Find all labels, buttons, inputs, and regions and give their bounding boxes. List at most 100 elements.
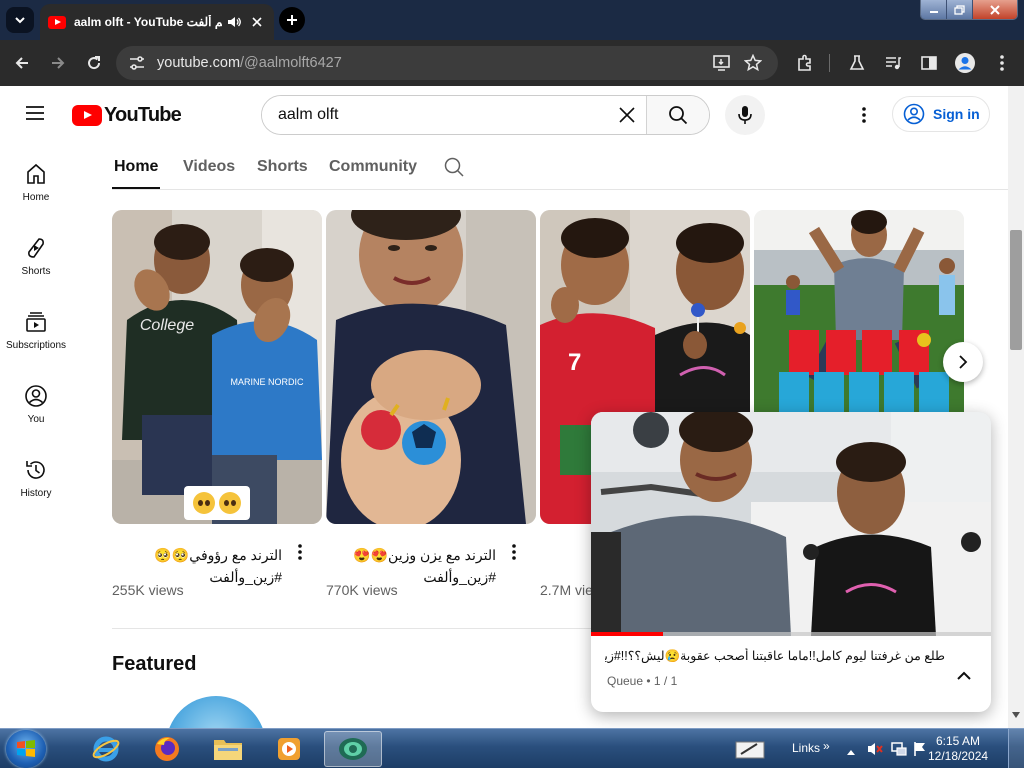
search-box [261, 95, 710, 135]
taskbar-explorer[interactable] [200, 731, 256, 767]
youtube-favicon-icon [48, 15, 66, 29]
minimize-button[interactable] [921, 0, 947, 19]
tab-title: aalm olft - YouTube عالم ألفت [74, 15, 222, 29]
speaker-icon[interactable] [226, 14, 242, 30]
tab-search-button[interactable] [6, 7, 34, 33]
miniplayer-video[interactable] [591, 412, 991, 636]
youtube-logo[interactable]: YouTube [72, 104, 182, 127]
url-text: youtube.com/@aalmolft6427 [157, 55, 342, 71]
site-info-icon[interactable] [128, 55, 146, 76]
start-button[interactable] [6, 730, 46, 768]
channel-search-icon[interactable] [443, 156, 465, 183]
youtube-logo-text: YouTube [104, 104, 182, 126]
tray-expand-icon[interactable] [846, 743, 856, 761]
short-thumbnail[interactable] [326, 210, 536, 524]
miniplayer-title: طلع من غرفتنا ليوم كامل!!ماما عاقبتنا أص… [605, 649, 945, 663]
extensions-icon[interactable] [794, 52, 816, 74]
short-views: 770K views [326, 582, 398, 598]
miniplayer-progress-bar[interactable] [591, 632, 991, 636]
tab-community[interactable]: Community [329, 158, 417, 176]
toolbar-divider [829, 54, 830, 72]
folder-icon [214, 740, 242, 760]
svg-text:7: 7 [568, 349, 581, 376]
short-thumbnail[interactable]: MARINE NORDIC College [112, 210, 322, 524]
sidebar-item-home[interactable]: Home [0, 142, 72, 214]
hamburger-menu-icon[interactable] [24, 104, 46, 122]
browser-window-icon [339, 738, 367, 760]
page-scrollbar[interactable] [1008, 86, 1024, 728]
short-card[interactable]: MARINE NORDIC College الترند مع رؤوفي🥺🥺 … [112, 210, 322, 598]
short-card[interactable]: الترند مع يزن وزين😍😍 #زين_وألفت 770K vie… [326, 210, 536, 598]
window-controls [920, 0, 1018, 20]
sidebar-item-you[interactable]: You [0, 364, 72, 436]
emoji-badge [184, 486, 250, 520]
tab-videos[interactable]: Videos [183, 158, 235, 176]
you-icon [25, 385, 47, 407]
sidebar-label: Shorts [21, 266, 51, 277]
action-center-flag-icon[interactable] [912, 740, 928, 763]
browser-tab-active[interactable]: aalm olft - YouTube عالم ألفت [40, 4, 274, 40]
new-tab-button[interactable] [279, 7, 305, 33]
featured-heading: Featured [112, 653, 197, 675]
install-app-icon[interactable] [712, 54, 732, 77]
tab-home[interactable]: Home [114, 158, 158, 176]
short-menu-icon[interactable] [512, 544, 528, 562]
scrollbar-thumb[interactable] [1010, 230, 1022, 350]
show-desktop-button[interactable] [1008, 729, 1024, 768]
voice-search-button[interactable] [725, 95, 765, 135]
taskbar-internet-explorer[interactable] [78, 731, 134, 767]
address-bar[interactable]: youtube.com/@aalmolft6427 [116, 46, 778, 80]
forward-arrow-icon[interactable] [47, 52, 69, 74]
taskbar-chrome-active[interactable] [324, 731, 382, 767]
sidebar-label: You [27, 414, 45, 425]
sign-in-label: Sign in [933, 106, 980, 122]
restore-button[interactable] [947, 0, 973, 19]
windows-logo-icon [17, 740, 35, 757]
sidebar-item-subscriptions[interactable]: Subscriptions [0, 290, 72, 362]
clock-time: 6:15 AM [935, 734, 981, 748]
browser-tabbar: aalm olft - YouTube عالم ألفت [0, 0, 1024, 40]
sign-in-button[interactable]: Sign in [892, 96, 990, 132]
sidebar-item-history[interactable]: History [0, 438, 72, 510]
microphone-icon [738, 106, 752, 124]
shorts-icon [28, 238, 44, 258]
bookmark-star-icon[interactable] [743, 53, 763, 77]
back-arrow-icon[interactable] [11, 52, 33, 74]
section-divider [112, 628, 592, 629]
volume-muted-icon[interactable] [866, 740, 884, 763]
links-toolbar[interactable]: Links [792, 741, 820, 755]
svg-text:MARINE NORDIC: MARINE NORDIC [230, 377, 304, 387]
search-button[interactable] [646, 96, 709, 134]
tab-close-icon[interactable] [248, 13, 266, 31]
sidebar-item-shorts[interactable]: Shorts [0, 216, 72, 288]
shelf-next-button[interactable] [943, 342, 983, 382]
input-panel-icon[interactable] [733, 736, 767, 767]
network-icon[interactable] [890, 740, 908, 763]
labs-flask-icon[interactable] [846, 52, 868, 74]
profile-avatar-icon[interactable] [954, 52, 976, 74]
browser-toolbar: youtube.com/@aalmolft6427 [0, 40, 1024, 86]
settings-more-icon[interactable] [852, 103, 876, 127]
chevron-right-icon [959, 355, 968, 369]
taskbar-media-player[interactable] [261, 731, 317, 767]
side-panel-icon[interactable] [918, 52, 940, 74]
close-window-button[interactable] [973, 0, 1017, 19]
media-controls-icon[interactable] [882, 52, 904, 74]
internet-explorer-icon [92, 736, 120, 762]
miniplayer-queue-label: Queue • 1 / 1 [607, 674, 678, 688]
reload-icon[interactable] [83, 52, 105, 74]
miniplayer[interactable]: طلع من غرفتنا ليوم كامل!!ماما عاقبتنا أص… [591, 412, 991, 712]
url-host: youtube.com [157, 55, 241, 71]
clear-search-icon[interactable] [608, 96, 646, 134]
toolbar-overflow-icon[interactable]: » [823, 739, 830, 753]
short-views: 255K views [112, 582, 184, 598]
system-clock[interactable]: 6:15 AM 12/18/2024 [928, 734, 988, 764]
subscriptions-icon [26, 312, 46, 332]
short-menu-icon[interactable] [298, 544, 314, 562]
tab-shorts[interactable]: Shorts [257, 158, 308, 176]
search-input[interactable] [262, 96, 608, 134]
taskbar-firefox[interactable] [139, 731, 195, 767]
chevron-up-icon[interactable] [953, 665, 975, 687]
scroll-down-arrow-icon[interactable] [1012, 712, 1020, 718]
browser-menu-icon[interactable] [991, 52, 1013, 74]
